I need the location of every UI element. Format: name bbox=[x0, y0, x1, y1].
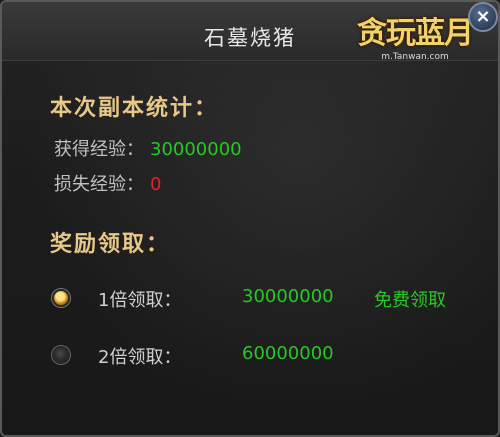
option-1x-value: 30000000 bbox=[242, 286, 334, 307]
option-2x-value: 60000000 bbox=[242, 343, 334, 364]
exp-lost-label: 损失经验： bbox=[54, 174, 144, 195]
stats-heading: 本次副本统计： bbox=[50, 96, 219, 121]
dialog-content: 本次副本统计： 获得经验： 30000000 损失经验： 0 奖励领取： 1倍领… bbox=[2, 60, 498, 435]
option-1x-radio[interactable] bbox=[52, 289, 70, 307]
reward-dialog: 石墓烧猪 本次副本统计： 获得经验： 30000000 损失经验： 0 奖励领取… bbox=[0, 0, 500, 437]
exp-gained-label: 获得经验： bbox=[54, 139, 144, 160]
exp-lost-row: 损失经验： 0 bbox=[54, 170, 161, 196]
option-2x-radio[interactable] bbox=[52, 346, 70, 364]
free-claim-button[interactable]: 免费领取 bbox=[374, 286, 446, 312]
rewards-heading: 奖励领取： bbox=[50, 232, 171, 257]
game-logo: 贪玩蓝月 m.Tanwan.com bbox=[350, 8, 480, 72]
logo-url: m.Tanwan.com bbox=[381, 52, 449, 62]
logo-text: 贪玩蓝月 bbox=[357, 16, 474, 51]
option-2x-label: 2倍领取： bbox=[98, 347, 182, 368]
exp-gained-value: 30000000 bbox=[150, 139, 242, 160]
option-1x-label: 1倍领取： bbox=[98, 290, 182, 311]
exp-lost-value: 0 bbox=[150, 174, 162, 195]
exp-gained-row: 获得经验： 30000000 bbox=[54, 135, 242, 161]
close-icon[interactable]: × bbox=[468, 2, 498, 32]
